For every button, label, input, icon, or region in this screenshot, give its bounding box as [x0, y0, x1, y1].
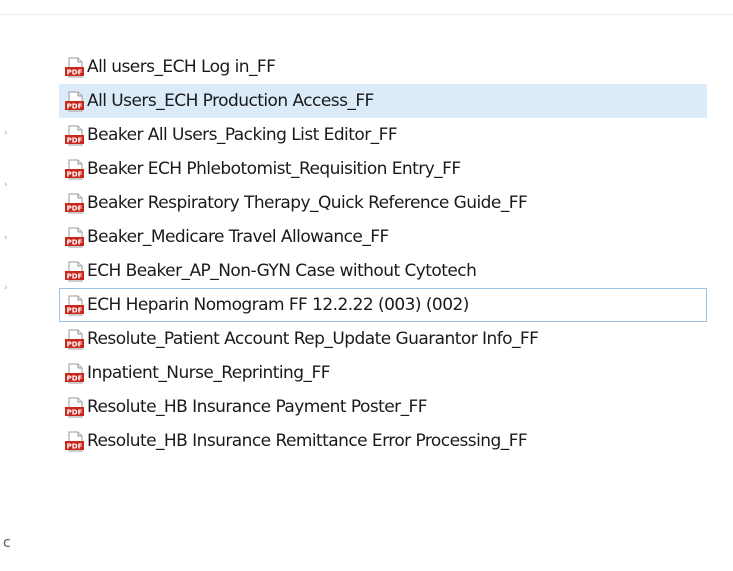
- pdf-icon: PDF: [64, 125, 85, 146]
- file-name-label: ECH Beaker_AP_Non-GYN Case without Cytot…: [87, 261, 477, 281]
- pdf-icon: PDF: [64, 227, 85, 248]
- pdf-badge-text: PDF: [67, 170, 83, 178]
- nav-chevron-icon[interactable]: ›: [4, 180, 8, 190]
- file-name-label: All Users_ECH Production Access_FF: [87, 91, 374, 111]
- file-item[interactable]: PDF Beaker_Medicare Travel Allowance_FF: [59, 220, 719, 254]
- file-name-label: Beaker All Users_Packing List Editor_FF: [87, 125, 398, 145]
- file-item[interactable]: PDF All Users_ECH Production Access_FF: [59, 84, 707, 118]
- file-name-label: ECH Heparin Nomogram FF 12.2.22 (003) (0…: [87, 295, 469, 315]
- pdf-badge-text: PDF: [67, 204, 83, 212]
- file-item[interactable]: PDF Inpatient_Nurse_Reprinting_FF: [59, 356, 719, 390]
- file-name-label: Inpatient_Nurse_Reprinting_FF: [87, 363, 330, 383]
- file-name-label: Beaker_Medicare Travel Allowance_FF: [87, 227, 389, 247]
- pdf-badge-text: PDF: [67, 340, 83, 348]
- pdf-badge-text: PDF: [67, 374, 83, 382]
- pdf-icon: PDF: [64, 329, 85, 350]
- file-item[interactable]: PDF ECH Heparin Nomogram FF 12.2.22 (003)…: [59, 288, 707, 322]
- pdf-icon: PDF: [64, 397, 85, 418]
- pdf-icon: PDF: [64, 261, 85, 282]
- file-item[interactable]: PDF Resolute_Patient Account Rep_Update G…: [59, 322, 719, 356]
- file-item[interactable]: PDF ECH Beaker_AP_Non-GYN Case without Cy…: [59, 254, 719, 288]
- nav-item-partial[interactable]: c: [3, 536, 11, 550]
- file-name-label: Beaker ECH Phlebotomist_Requisition Entr…: [87, 159, 461, 179]
- pdf-badge-text: PDF: [67, 136, 83, 144]
- pdf-icon: PDF: [64, 193, 85, 214]
- file-item[interactable]: PDF Beaker All Users_Packing List Editor_…: [59, 118, 719, 152]
- file-item[interactable]: PDF All users_ECH Log in_FF: [59, 50, 719, 84]
- file-item[interactable]: PDF Beaker Respiratory Therapy_Quick Refe…: [59, 186, 719, 220]
- pdf-badge-text: PDF: [67, 68, 83, 76]
- header-divider: [0, 14, 733, 15]
- pdf-badge-text: PDF: [67, 442, 83, 450]
- pdf-icon: PDF: [64, 295, 85, 316]
- file-name-label: Resolute_HB Insurance Payment Poster_FF: [87, 397, 428, 417]
- file-name-label: All users_ECH Log in_FF: [87, 57, 276, 77]
- nav-chevron-icon[interactable]: ›: [4, 283, 8, 293]
- pdf-badge-text: PDF: [67, 272, 83, 280]
- pdf-icon: PDF: [64, 91, 85, 112]
- navigation-pane: › › › › c: [0, 15, 40, 571]
- pdf-icon: PDF: [64, 159, 85, 180]
- pdf-badge-text: PDF: [67, 238, 83, 246]
- pdf-icon: PDF: [64, 363, 85, 384]
- file-list: PDF All users_ECH Log in_FF PDF All Users_E…: [59, 50, 719, 458]
- file-item[interactable]: PDF Beaker ECH Phlebotomist_Requisition E…: [59, 152, 719, 186]
- file-name-label: Resolute_HB Insurance Remittance Error P…: [87, 431, 528, 451]
- pdf-badge-text: PDF: [67, 306, 83, 314]
- nav-chevron-icon[interactable]: ›: [4, 233, 8, 243]
- pdf-icon: PDF: [64, 431, 85, 452]
- pdf-icon: PDF: [64, 57, 85, 78]
- file-item[interactable]: PDF Resolute_HB Insurance Remittance Erro…: [59, 424, 719, 458]
- file-explorer-window: › › › › c PDF All users_ECH Log in_FF PDF A…: [0, 0, 733, 571]
- pdf-badge-text: PDF: [67, 102, 83, 110]
- file-name-label: Beaker Respiratory Therapy_Quick Referen…: [87, 193, 528, 213]
- file-item[interactable]: PDF Resolute_HB Insurance Payment Poster_…: [59, 390, 719, 424]
- pdf-badge-text: PDF: [67, 408, 83, 416]
- file-name-label: Resolute_Patient Account Rep_Update Guar…: [87, 329, 539, 349]
- nav-chevron-icon[interactable]: ›: [4, 128, 8, 138]
